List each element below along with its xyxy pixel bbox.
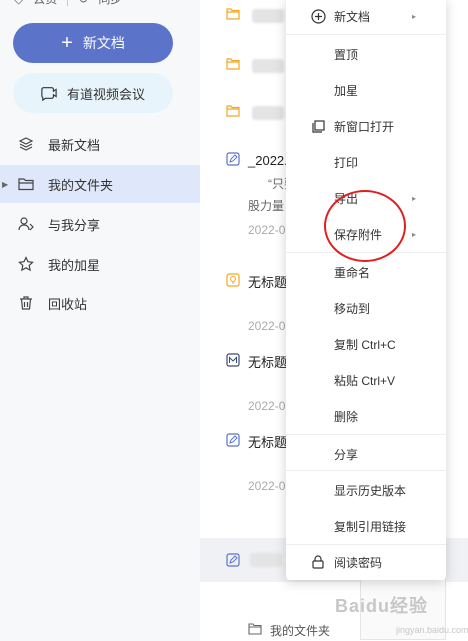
caret-right-icon[interactable]: ▶ <box>2 180 8 189</box>
markdown-icon <box>226 353 240 370</box>
menu-item-label: 粘贴 Ctrl+V <box>334 373 396 388</box>
menu-item-paste[interactable]: 粘贴 Ctrl+V <box>286 362 446 398</box>
menu-item-label: 移动到 <box>334 301 371 316</box>
menu-item-label: 加星 <box>334 83 359 98</box>
breadcrumb-label: 我的文件夹 <box>270 624 331 638</box>
folder-icon <box>18 176 34 192</box>
folder-icon <box>226 105 240 120</box>
menu-item-pin[interactable]: 置顶 <box>286 36 446 72</box>
new-doc-label: 新文档 <box>82 35 125 51</box>
menu-item-history[interactable]: 显示历史版本 <box>286 472 446 508</box>
divider <box>286 34 446 35</box>
bulb-icon <box>226 273 240 290</box>
menu-item-open-new-window[interactable]: 新窗口打开 <box>286 108 446 144</box>
star-icon <box>18 256 34 272</box>
menu-item-label: 分享 <box>334 447 359 462</box>
menu-item-label: 显示历史版本 <box>334 483 407 498</box>
share-user-icon <box>18 216 34 232</box>
menu-item-read-password[interactable]: 阅读密码 <box>286 544 446 580</box>
video-meeting-label: 有道视频会议 <box>66 86 145 102</box>
watermark: Baidu经验 <box>335 596 429 616</box>
plus-circle-icon <box>310 8 326 24</box>
folder-icon <box>248 623 262 638</box>
sidebar-item-label: 与我分享 <box>48 217 101 233</box>
watermark-url: jingyan.baidu.com <box>396 625 468 635</box>
doc-title: 无标题 <box>248 275 288 290</box>
menu-item-label: 打印 <box>334 155 359 170</box>
divider <box>286 434 446 435</box>
blurred-title <box>252 58 284 73</box>
list-item[interactable] <box>226 8 284 23</box>
note-edit-icon <box>226 152 240 169</box>
menu-item-print[interactable]: 打印 <box>286 144 446 180</box>
divider <box>286 470 446 471</box>
location-icon: ◇ <box>14 0 23 6</box>
cloud-link[interactable]: 云资 <box>33 0 57 7</box>
sidebar-item-starred[interactable]: 我的加星 <box>0 245 200 283</box>
trash-icon <box>18 295 34 311</box>
plus-icon: + <box>61 32 73 54</box>
menu-item-new-doc[interactable]: 新文档 ▸ <box>286 0 446 34</box>
sync-link[interactable]: 同步 <box>98 0 122 7</box>
sidebar-item-label: 我的文件夹 <box>48 177 114 193</box>
menu-item-label: 阅读密码 <box>334 555 383 570</box>
top-links: ◇ 云资 ↻ 同步 <box>14 0 122 7</box>
blurred-title <box>252 105 284 120</box>
list-item[interactable] <box>226 58 284 73</box>
new-window-icon <box>310 118 326 134</box>
arrow-right-icon: ▸ <box>411 193 416 203</box>
blurred-title <box>252 8 284 23</box>
sidebar-item-my-folders[interactable]: ▶ 我的文件夹 <box>0 165 200 203</box>
sidebar-item-label: 我的加星 <box>48 257 101 273</box>
menu-item-label: 复制引用链接 <box>334 519 407 534</box>
breadcrumb[interactable]: 我的文件夹 <box>248 622 330 639</box>
menu-item-copy-link[interactable]: 复制引用链接 <box>286 508 446 544</box>
menu-item-label: 复制 Ctrl+C <box>334 337 396 352</box>
divider <box>67 0 69 6</box>
menu-item-label: 重命名 <box>334 265 371 280</box>
menu-item-delete[interactable]: 删除 <box>286 398 446 434</box>
note-edit-icon <box>226 433 240 450</box>
menu-item-label: 删除 <box>334 409 359 424</box>
menu-item-label: 新窗口打开 <box>334 119 395 134</box>
lock-icon <box>310 554 326 570</box>
menu-item-star[interactable]: 加星 <box>286 72 446 108</box>
arrow-right-icon: ▸ <box>411 11 416 21</box>
menu-item-label: 新文档 <box>334 9 371 24</box>
list-item[interactable] <box>226 105 284 120</box>
menu-item-copy[interactable]: 复制 Ctrl+C <box>286 326 446 362</box>
sync-icon: ↻ <box>78 0 88 6</box>
context-menu: 新文档 ▸ 置顶 加星 新窗口打开 打印 导出 ▸ 保存附件 ▸ 重命名 移动到… <box>286 0 446 580</box>
new-doc-button[interactable]: + 新文档 <box>13 23 173 63</box>
sidebar-item-label: 回收站 <box>48 296 88 312</box>
blurred-title <box>250 553 282 567</box>
layers-icon <box>18 136 34 152</box>
video-chat-icon <box>41 85 57 101</box>
arrow-right-icon: ▸ <box>411 229 416 239</box>
doc-title: 无标题 <box>248 435 288 450</box>
folder-icon <box>226 8 240 23</box>
sidebar-item-trash[interactable]: 回收站 <box>0 284 200 322</box>
sidebar: ◇ 云资 ↻ 同步 + 新文档 有道视频会议 最新文档 ▶ 我的文件夹 与我分享 <box>0 0 200 641</box>
menu-item-share[interactable]: 分享 <box>286 436 446 472</box>
menu-item-move[interactable]: 移动到 <box>286 290 446 326</box>
menu-item-label: 置顶 <box>334 47 359 62</box>
video-meeting-button[interactable]: 有道视频会议 <box>13 73 173 113</box>
sidebar-item-shared[interactable]: 与我分享 <box>0 205 200 243</box>
folder-icon <box>226 58 240 73</box>
annotation-circle <box>324 190 406 262</box>
note-edit-icon <box>226 553 240 570</box>
doc-title: 无标题 <box>248 355 288 370</box>
sidebar-item-label: 最新文档 <box>48 137 101 153</box>
sidebar-item-recent[interactable]: 最新文档 <box>0 125 200 163</box>
